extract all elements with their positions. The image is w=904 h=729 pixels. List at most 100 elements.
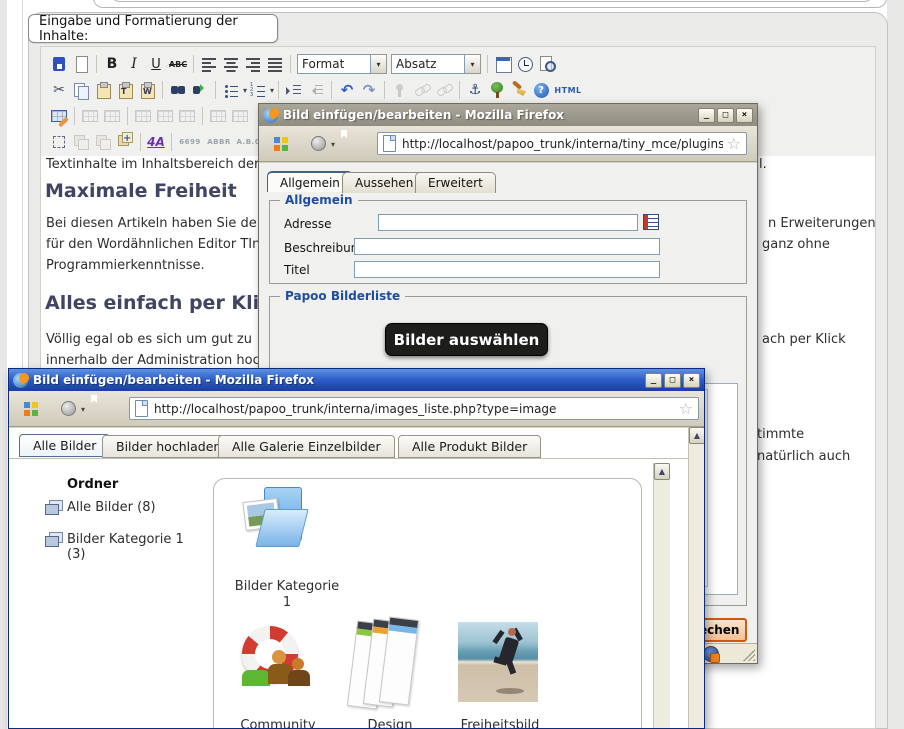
delete-row-icon[interactable] (177, 106, 197, 126)
undo-icon[interactable]: ↶ (341, 81, 354, 99)
cut-icon[interactable]: ✂ (53, 82, 65, 98)
tab-allgemein[interactable]: Allgemein (267, 171, 353, 192)
list-scrollbar[interactable]: ▲ (653, 463, 670, 729)
insert-column-before-icon[interactable] (208, 106, 228, 126)
beschreibung-input[interactable] (354, 238, 660, 255)
window1-titlebar[interactable]: Bild einfügen/bearbeiten - Mozilla Firef… (259, 104, 757, 126)
minimize-button[interactable]: _ (698, 108, 715, 123)
image-list-browse-icon[interactable] (643, 214, 659, 230)
bring-forward-icon[interactable] (93, 132, 113, 152)
window1-url[interactable]: http://localhost/papoo_trunk/interna/tin… (402, 137, 723, 151)
underline-icon[interactable]: U (151, 57, 161, 72)
insert-table-icon[interactable] (49, 106, 69, 126)
cleanup-icon[interactable] (509, 80, 529, 100)
window2-titlebar[interactable]: Bild einfügen/bearbeiten - Mozilla Firef… (9, 369, 704, 391)
paste-from-word-icon[interactable]: W (137, 80, 157, 100)
visual-aid-icon[interactable] (49, 132, 69, 152)
strikethrough-icon[interactable]: ABC (169, 60, 187, 69)
close-button[interactable]: × (683, 373, 700, 388)
fieldset-legend: Papoo Bilderliste (280, 289, 405, 303)
insert-date-icon[interactable] (493, 54, 513, 74)
outdent-icon[interactable] (306, 80, 326, 100)
style-properties-icon[interactable]: 4A (147, 135, 165, 149)
find-icon[interactable] (168, 80, 188, 100)
insert-column-after-icon[interactable] (230, 106, 250, 126)
abbreviation-icon[interactable]: ABBR (207, 138, 230, 146)
maximize-button[interactable]: □ (717, 108, 734, 123)
redo-icon[interactable]: ↷ (363, 81, 376, 99)
html-source-icon[interactable]: HTML (554, 86, 581, 95)
new-document-icon[interactable] (71, 54, 91, 74)
indent-icon[interactable] (284, 80, 304, 100)
citation-icon[interactable]: 6699 (179, 138, 200, 146)
window2-url[interactable]: http://localhost/papoo_trunk/interna/ima… (154, 402, 675, 416)
table-properties-icon[interactable] (80, 106, 100, 126)
chevron-down-icon[interactable]: ▾ (465, 54, 481, 74)
sidebar-item-bilder-kategorie-1[interactable]: Bilder Kategorie 1 (3) (67, 532, 184, 562)
preview-icon[interactable] (537, 54, 557, 74)
paragraph-select[interactable]: Absatz ▾ (391, 54, 481, 74)
numbered-list-dropdown-icon[interactable]: ▾ (270, 86, 274, 95)
save-icon[interactable] (49, 54, 69, 74)
align-justify-icon[interactable] (265, 54, 285, 74)
scroll-up-button[interactable]: ▲ (689, 427, 705, 444)
bullet-list-dropdown-icon[interactable]: ▾ (243, 86, 247, 95)
align-center-icon[interactable] (221, 54, 241, 74)
insert-row-after-icon[interactable] (155, 106, 175, 126)
tab-alle-bilder[interactable]: Alle Bilder (19, 434, 110, 457)
align-left-icon[interactable] (199, 54, 219, 74)
anchor-icon[interactable]: ⚓ (469, 82, 482, 98)
numbered-list-icon[interactable] (248, 80, 268, 100)
scroll-up-button[interactable]: ▲ (654, 463, 670, 480)
globe-icon[interactable] (311, 136, 326, 151)
window1-url-bar[interactable]: http://localhost/papoo_trunk/interna/tin… (377, 132, 747, 155)
chevron-down-icon[interactable]: ▾ (81, 405, 85, 414)
folder-label-line1: Bilder Kategorie (222, 579, 352, 595)
image-icon[interactable] (487, 80, 507, 100)
tab-erweitert[interactable]: Erweitert (415, 172, 496, 193)
globe-icon[interactable] (61, 401, 76, 416)
adresse-input[interactable] (378, 214, 638, 231)
thumbnail-community[interactable] (240, 624, 316, 704)
titel-input[interactable] (354, 261, 660, 278)
insert-layer-icon[interactable] (115, 132, 135, 152)
media-icon[interactable] (390, 80, 410, 100)
bookmark-star-icon[interactable]: ☆ (727, 136, 741, 152)
minimize-button[interactable]: _ (645, 373, 662, 388)
italic-icon[interactable]: I (131, 56, 137, 72)
find-replace-icon[interactable] (190, 80, 210, 100)
tab-aussehen[interactable]: Aussehen (342, 172, 426, 193)
thumbnail-beach-photo[interactable] (458, 622, 538, 702)
bold-icon[interactable]: B (107, 56, 118, 72)
paste-icon[interactable] (93, 80, 113, 100)
maximize-button[interactable]: □ (664, 373, 681, 388)
format-select[interactable]: Format ▾ (297, 54, 387, 74)
unlink-icon[interactable] (434, 80, 454, 100)
insert-row-before-icon[interactable] (133, 106, 153, 126)
align-right-icon[interactable] (243, 54, 263, 74)
status-proxy-icon[interactable] (703, 646, 719, 662)
send-backward-icon[interactable] (71, 132, 91, 152)
tab-produkt-bilder[interactable]: Alle Produkt Bilder (398, 435, 541, 458)
tab-galerie-einzelbilder[interactable]: Alle Galerie Einzelbilder (218, 435, 395, 458)
cell-properties-icon[interactable] (102, 106, 122, 126)
category-folder-icon[interactable] (244, 487, 308, 551)
window-scrollbar[interactable]: ▲ (688, 427, 705, 729)
link-icon[interactable] (412, 80, 432, 100)
select-images-button[interactable]: Bilder auswählen (385, 323, 548, 356)
bookmark-star-icon[interactable]: ☆ (679, 401, 693, 417)
editor-heading-2: Alles einfach per Klick (45, 292, 283, 314)
chevron-down-icon[interactable]: ▾ (331, 140, 335, 149)
category-folder-label[interactable]: Bilder Kategorie 1 (222, 579, 352, 611)
help-icon[interactable]: ? (534, 83, 549, 98)
insert-time-icon[interactable] (515, 54, 535, 74)
window2-url-bar[interactable]: http://localhost/papoo_trunk/interna/ima… (129, 397, 699, 420)
chevron-down-icon[interactable]: ▾ (371, 54, 387, 74)
sidebar-item-alle-bilder[interactable]: Alle Bilder (8) (67, 500, 156, 515)
copy-icon[interactable] (71, 80, 91, 100)
paste-as-text-icon[interactable]: T (115, 80, 135, 100)
close-button[interactable]: × (736, 108, 753, 123)
bullet-list-icon[interactable] (221, 80, 241, 100)
resize-grip[interactable] (743, 649, 755, 661)
thumbnail-design[interactable] (352, 618, 428, 718)
